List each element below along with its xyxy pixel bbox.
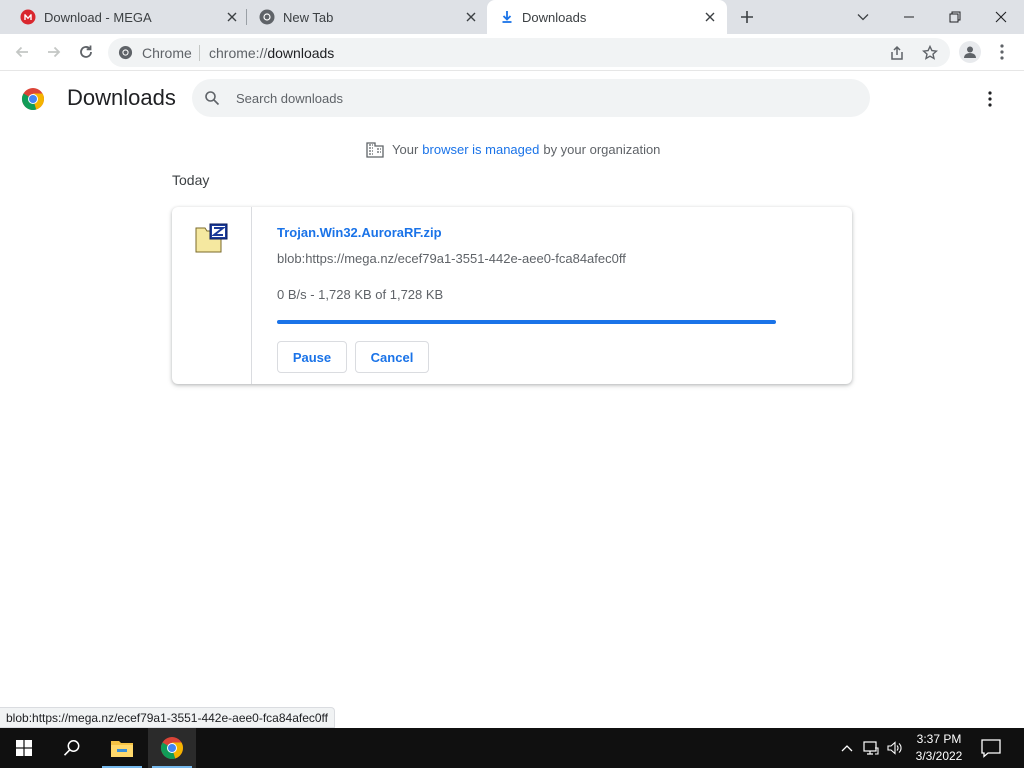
- kebab-menu-icon: [1000, 44, 1004, 60]
- mega-icon: [20, 9, 36, 25]
- download-icon-column: [172, 207, 252, 384]
- kebab-menu-icon: [988, 91, 992, 107]
- close-tab-icon[interactable]: [224, 9, 240, 25]
- windows-logo-icon: [16, 740, 32, 756]
- profile-button[interactable]: [959, 41, 981, 63]
- network-tray-button[interactable]: [863, 740, 879, 756]
- minimize-button[interactable]: [886, 3, 932, 31]
- chrome-icon: [118, 45, 133, 60]
- tab-search-button[interactable]: [840, 3, 886, 31]
- speaker-icon: [887, 741, 902, 755]
- reload-icon: [80, 45, 92, 58]
- page-title: Downloads: [67, 85, 176, 110]
- show-hidden-icons-button[interactable]: [839, 740, 855, 756]
- back-button[interactable]: [10, 40, 34, 64]
- downloads-header: Downloads: [0, 71, 1024, 127]
- minimize-icon: [904, 16, 914, 18]
- building-icon: [366, 142, 384, 158]
- start-button[interactable]: [0, 728, 48, 768]
- download-progress-bar: [277, 320, 776, 324]
- chevron-down-icon: [857, 14, 869, 21]
- tab-title: New Tab: [283, 10, 334, 25]
- close-window-button[interactable]: [978, 3, 1024, 31]
- clock-date: 3/3/2022: [915, 749, 963, 763]
- download-status: 0 B/s - 1,728 KB of 1,728 KB: [277, 287, 444, 302]
- close-tab-icon[interactable]: [463, 9, 479, 25]
- arrow-right-icon: [48, 46, 61, 58]
- tab-mega[interactable]: Download - MEGA: [0, 0, 246, 34]
- chrome-logo-icon: [161, 737, 183, 759]
- tab-title: Download - MEGA: [44, 10, 152, 25]
- plus-icon: [741, 11, 753, 23]
- managed-suffix: by your organization: [543, 141, 661, 157]
- search-input[interactable]: [236, 88, 836, 108]
- tab-new-tab[interactable]: New Tab: [247, 0, 487, 34]
- download-progress-fill: [277, 320, 776, 324]
- taskbar-search-button[interactable]: [48, 728, 96, 768]
- network-icon: [863, 741, 879, 755]
- chevron-up-icon: [841, 745, 853, 752]
- search-icon: [63, 740, 80, 756]
- close-tab-icon[interactable]: [702, 9, 718, 25]
- browser-toolbar: Chrome chrome://downloads: [0, 34, 1024, 71]
- url-text: chrome://downloads: [209, 45, 335, 61]
- zip-file-icon: [195, 223, 228, 253]
- new-tab-button[interactable]: [737, 7, 757, 27]
- folder-icon: [111, 741, 133, 757]
- search-box[interactable]: [192, 79, 870, 117]
- download-icon: [502, 11, 512, 23]
- link-status-bubble: blob:https://mega.nz/ecef79a1-3551-442e-…: [0, 707, 336, 728]
- file-source-url: blob:https://mega.nz/ecef79a1-3551-442e-…: [277, 251, 626, 266]
- pause-button[interactable]: Pause: [277, 341, 347, 373]
- tab-strip: Download - MEGA New Tab Downloads: [0, 0, 1024, 34]
- browser-managed-link[interactable]: browser is managed: [422, 142, 539, 157]
- browser-menu-button[interactable]: [992, 42, 1012, 62]
- address-bar[interactable]: Chrome chrome://downloads: [108, 38, 950, 67]
- clock-time: 3:37 PM: [916, 732, 962, 746]
- restore-button[interactable]: [932, 3, 978, 31]
- file-explorer-button[interactable]: [98, 728, 146, 768]
- windows-taskbar: 3:37 PM 3/3/2022: [0, 728, 1024, 768]
- tab-downloads[interactable]: Downloads: [487, 0, 727, 34]
- chrome-taskbar-button[interactable]: [148, 728, 196, 768]
- bookmark-star-icon[interactable]: [922, 45, 938, 61]
- share-icon[interactable]: [889, 45, 905, 61]
- date-group-heading: Today: [172, 172, 210, 188]
- forward-button[interactable]: [42, 40, 66, 64]
- search-icon: [205, 91, 220, 106]
- restore-icon: [949, 11, 961, 23]
- close-icon: [995, 11, 1007, 23]
- action-center-icon[interactable]: [980, 738, 1002, 758]
- arrow-left-icon: [15, 46, 28, 58]
- avatar-icon: [964, 46, 976, 58]
- cancel-button[interactable]: Cancel: [355, 341, 429, 373]
- system-clock[interactable]: 3:37 PM 3/3/2022: [908, 731, 970, 765]
- managed-notice: Your browser is managed by your organiza…: [366, 139, 660, 159]
- tab-title: Downloads: [522, 10, 587, 25]
- chrome-icon: [259, 9, 275, 25]
- managed-prefix: Your: [392, 141, 419, 157]
- site-label: Chrome: [142, 45, 192, 61]
- reload-button[interactable]: [74, 40, 98, 64]
- chrome-logo-icon: [22, 88, 44, 110]
- download-item: Trojan.Win32.AuroraRF.zip blob:https://m…: [172, 207, 852, 384]
- file-name-link[interactable]: Trojan.Win32.AuroraRF.zip: [277, 225, 442, 240]
- downloads-menu-button[interactable]: [980, 89, 1000, 109]
- volume-tray-button[interactable]: [887, 740, 903, 756]
- omnibox-divider: [199, 45, 200, 61]
